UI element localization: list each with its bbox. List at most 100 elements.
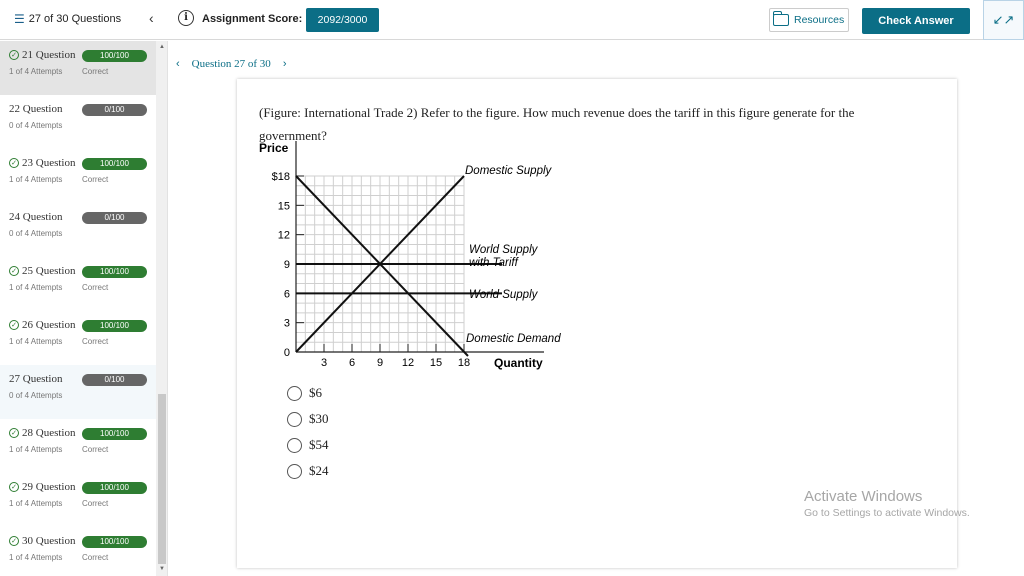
attempts-text: 0 of 4 Attempts <box>9 229 63 238</box>
attempts-text: 1 of 4 Attempts <box>9 445 63 454</box>
sidebar-question-item[interactable]: ✓ 29 Question 100/100 1 of 4 Attempts Correc… <box>0 473 156 527</box>
check-circle-icon: ✓ <box>9 158 19 168</box>
score-badge: 0/100 <box>82 104 147 116</box>
question-title: ✓ 29 Question <box>9 481 75 493</box>
assignment-score-badge: 2092/3000 <box>306 8 379 32</box>
question-title-text: 30 Question <box>22 535 76 547</box>
question-position: Question 27 of 30 <box>191 58 271 70</box>
status-text: Correct <box>82 175 109 184</box>
x-tick-label: 3 <box>321 357 327 369</box>
question-title-text: 22 Question <box>9 103 63 115</box>
option-label: $24 <box>309 463 329 478</box>
y-tick-label: 6 <box>284 288 290 300</box>
sidebar-question-item[interactable]: ✓ 21 Question 100/100 1 of 4 Attempts Correc… <box>0 41 156 95</box>
question-title: ✓ 28 Question <box>9 427 75 439</box>
assignment-app: ☰ 27 of 30 Questions ‹ i Assignment Scor… <box>0 0 1024 576</box>
attempts-text: 1 of 4 Attempts <box>9 283 63 292</box>
question-sidebar: ✓ 21 Question 100/100 1 of 4 Attempts Correc… <box>0 41 168 576</box>
sidebar-question-item[interactable]: ✓ 30 Question 100/100 1 of 4 Attempts Correc… <box>0 527 156 576</box>
radio-button[interactable] <box>287 463 302 479</box>
question-title-text: 25 Question <box>22 265 76 277</box>
collapse-view-button[interactable]: ↙↗ <box>983 0 1024 40</box>
question-title-text: 29 Question <box>22 481 76 493</box>
check-circle-icon: ✓ <box>9 320 19 330</box>
scroll-down-arrow-icon[interactable]: ▼ <box>159 566 165 572</box>
x-tick-label: 15 <box>430 357 442 369</box>
option-4[interactable]: $24 <box>287 463 329 479</box>
y-tick-label: 12 <box>278 230 290 242</box>
info-icon[interactable]: i <box>178 10 194 26</box>
scrollbar-thumb[interactable] <box>158 394 166 564</box>
sidebar-question-item[interactable]: ✓ 28 Question 100/100 1 of 4 Attempts Correc… <box>0 419 156 473</box>
x-tick-label: 9 <box>377 357 383 369</box>
question-title: ✓ 23 Question <box>9 157 75 169</box>
status-text: Correct <box>82 553 109 562</box>
next-question-chevron-icon[interactable]: › <box>283 58 287 70</box>
y-tick-label: 15 <box>278 200 290 212</box>
question-navigation: ‹ Question 27 of 30 › <box>176 58 286 70</box>
attempts-text: 1 of 4 Attempts <box>9 553 63 562</box>
sidebar-question-item[interactable]: ✓ 25 Question 100/100 1 of 4 Attempts Correc… <box>0 257 156 311</box>
collapse-sidebar-chevron-icon[interactable]: ‹ <box>149 10 154 26</box>
activate-windows-title: Activate Windows <box>804 488 923 505</box>
question-title-text: 27 Question <box>9 373 63 385</box>
score-badge: 0/100 <box>82 374 147 386</box>
x-tick-label: 12 <box>402 357 414 369</box>
domestic-demand-label: Domestic Demand <box>466 333 561 345</box>
y-tick-label: 3 <box>284 318 290 330</box>
option-3[interactable]: $54 <box>287 437 329 453</box>
status-text: Correct <box>82 67 109 76</box>
attempts-text: 1 of 4 Attempts <box>9 337 63 346</box>
resources-button[interactable]: Resources <box>769 8 849 32</box>
list-icon: ☰ <box>14 12 25 26</box>
question-list-toggle[interactable]: ☰ 27 of 30 Questions <box>14 12 121 26</box>
world-supply-tariff-label-2: with Tariff <box>469 257 520 269</box>
world-supply-label: World Supply <box>469 289 539 301</box>
y-tick-label: 9 <box>284 259 290 271</box>
score-badge: 100/100 <box>82 266 147 278</box>
domestic-supply-label: Domestic Supply <box>465 165 553 177</box>
radio-button[interactable] <box>287 411 302 427</box>
y-tick-label: 0 <box>284 347 290 359</box>
question-title: ✓ 30 Question <box>9 535 75 547</box>
option-label: $54 <box>309 437 329 452</box>
question-title: ✓ 25 Question <box>9 265 75 277</box>
attempts-text: 0 of 4 Attempts <box>9 121 63 130</box>
international-trade-figure: $18 15 12 9 6 3 0 3 6 9 12 15 18 Price Quantity Dome… <box>259 141 561 370</box>
status-text: Correct <box>82 337 109 346</box>
question-count: 27 of 30 Questions <box>28 13 122 25</box>
folder-icon <box>773 11 789 26</box>
sidebar-question-item[interactable]: ✓ 26 Question 100/100 1 of 4 Attempts Correc… <box>0 311 156 365</box>
question-title-text: 23 Question <box>22 157 76 169</box>
x-axis-label: Quantity <box>494 356 543 370</box>
score-badge: 100/100 <box>82 536 147 548</box>
radio-button[interactable] <box>287 385 302 401</box>
question-title-text: 24 Question <box>9 211 63 223</box>
sidebar-question-item[interactable]: 24 Question 0/100 0 of 4 Attempts <box>0 203 156 257</box>
y-axis-label: Price <box>259 141 289 155</box>
check-circle-icon: ✓ <box>9 536 19 546</box>
option-1[interactable]: $6 <box>287 385 322 401</box>
radio-button[interactable] <box>287 437 302 453</box>
domestic-demand-line <box>295 175 469 357</box>
status-text: Correct <box>82 283 109 292</box>
assignment-score-label: Assignment Score: <box>202 13 303 25</box>
sidebar-scrollbar[interactable]: ▲ ▼ <box>156 41 167 576</box>
sidebar-question-item[interactable]: ✓ 23 Question 100/100 1 of 4 Attempts Correc… <box>0 149 156 203</box>
check-circle-icon: ✓ <box>9 50 19 60</box>
option-label: $30 <box>309 411 329 426</box>
top-bar: ☰ 27 of 30 Questions ‹ i Assignment Scor… <box>0 0 1024 40</box>
sidebar-question-item[interactable]: 27 Question 0/100 0 of 4 Attempts <box>0 365 156 419</box>
resources-label: Resources <box>794 14 845 26</box>
previous-question-chevron-icon[interactable]: ‹ <box>176 58 180 70</box>
compress-arrows-icon: ↙↗ <box>992 12 1015 27</box>
check-answer-button[interactable]: Check Answer <box>862 8 970 34</box>
question-title: ✓ 21 Question <box>9 49 75 61</box>
y-tick-label: $18 <box>272 171 290 183</box>
question-title: 24 Question <box>9 211 62 223</box>
option-2[interactable]: $30 <box>287 411 329 427</box>
check-circle-icon: ✓ <box>9 266 19 276</box>
scroll-up-arrow-icon[interactable]: ▲ <box>159 44 165 50</box>
attempts-text: 0 of 4 Attempts <box>9 391 63 400</box>
sidebar-question-item[interactable]: 22 Question 0/100 0 of 4 Attempts <box>0 95 156 149</box>
